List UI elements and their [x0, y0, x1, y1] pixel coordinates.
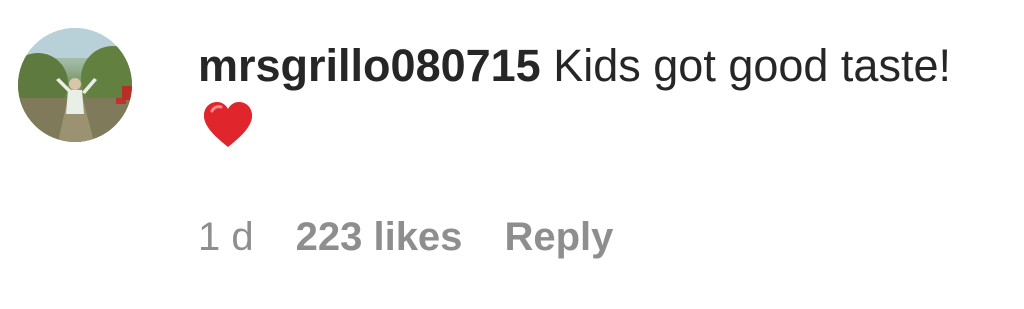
red-heart-icon [203, 102, 253, 147]
avatar[interactable] [18, 28, 132, 142]
likes-count-button[interactable]: 223 likes [296, 215, 463, 259]
reply-button[interactable]: Reply [504, 215, 613, 259]
username-link[interactable]: mrsgrillo080715 [198, 40, 541, 91]
comment-body: mrsgrillo080715 Kids got good taste! [198, 36, 988, 156]
comment-text: Kids got good taste! [540, 40, 951, 91]
comment-meta: 1 d 223 likes Reply [198, 212, 655, 262]
profile-photo-avatar [18, 28, 132, 142]
timestamp: 1 d [198, 215, 254, 259]
comment-item: mrsgrillo080715 Kids got good taste! 1 d… [0, 0, 1024, 309]
